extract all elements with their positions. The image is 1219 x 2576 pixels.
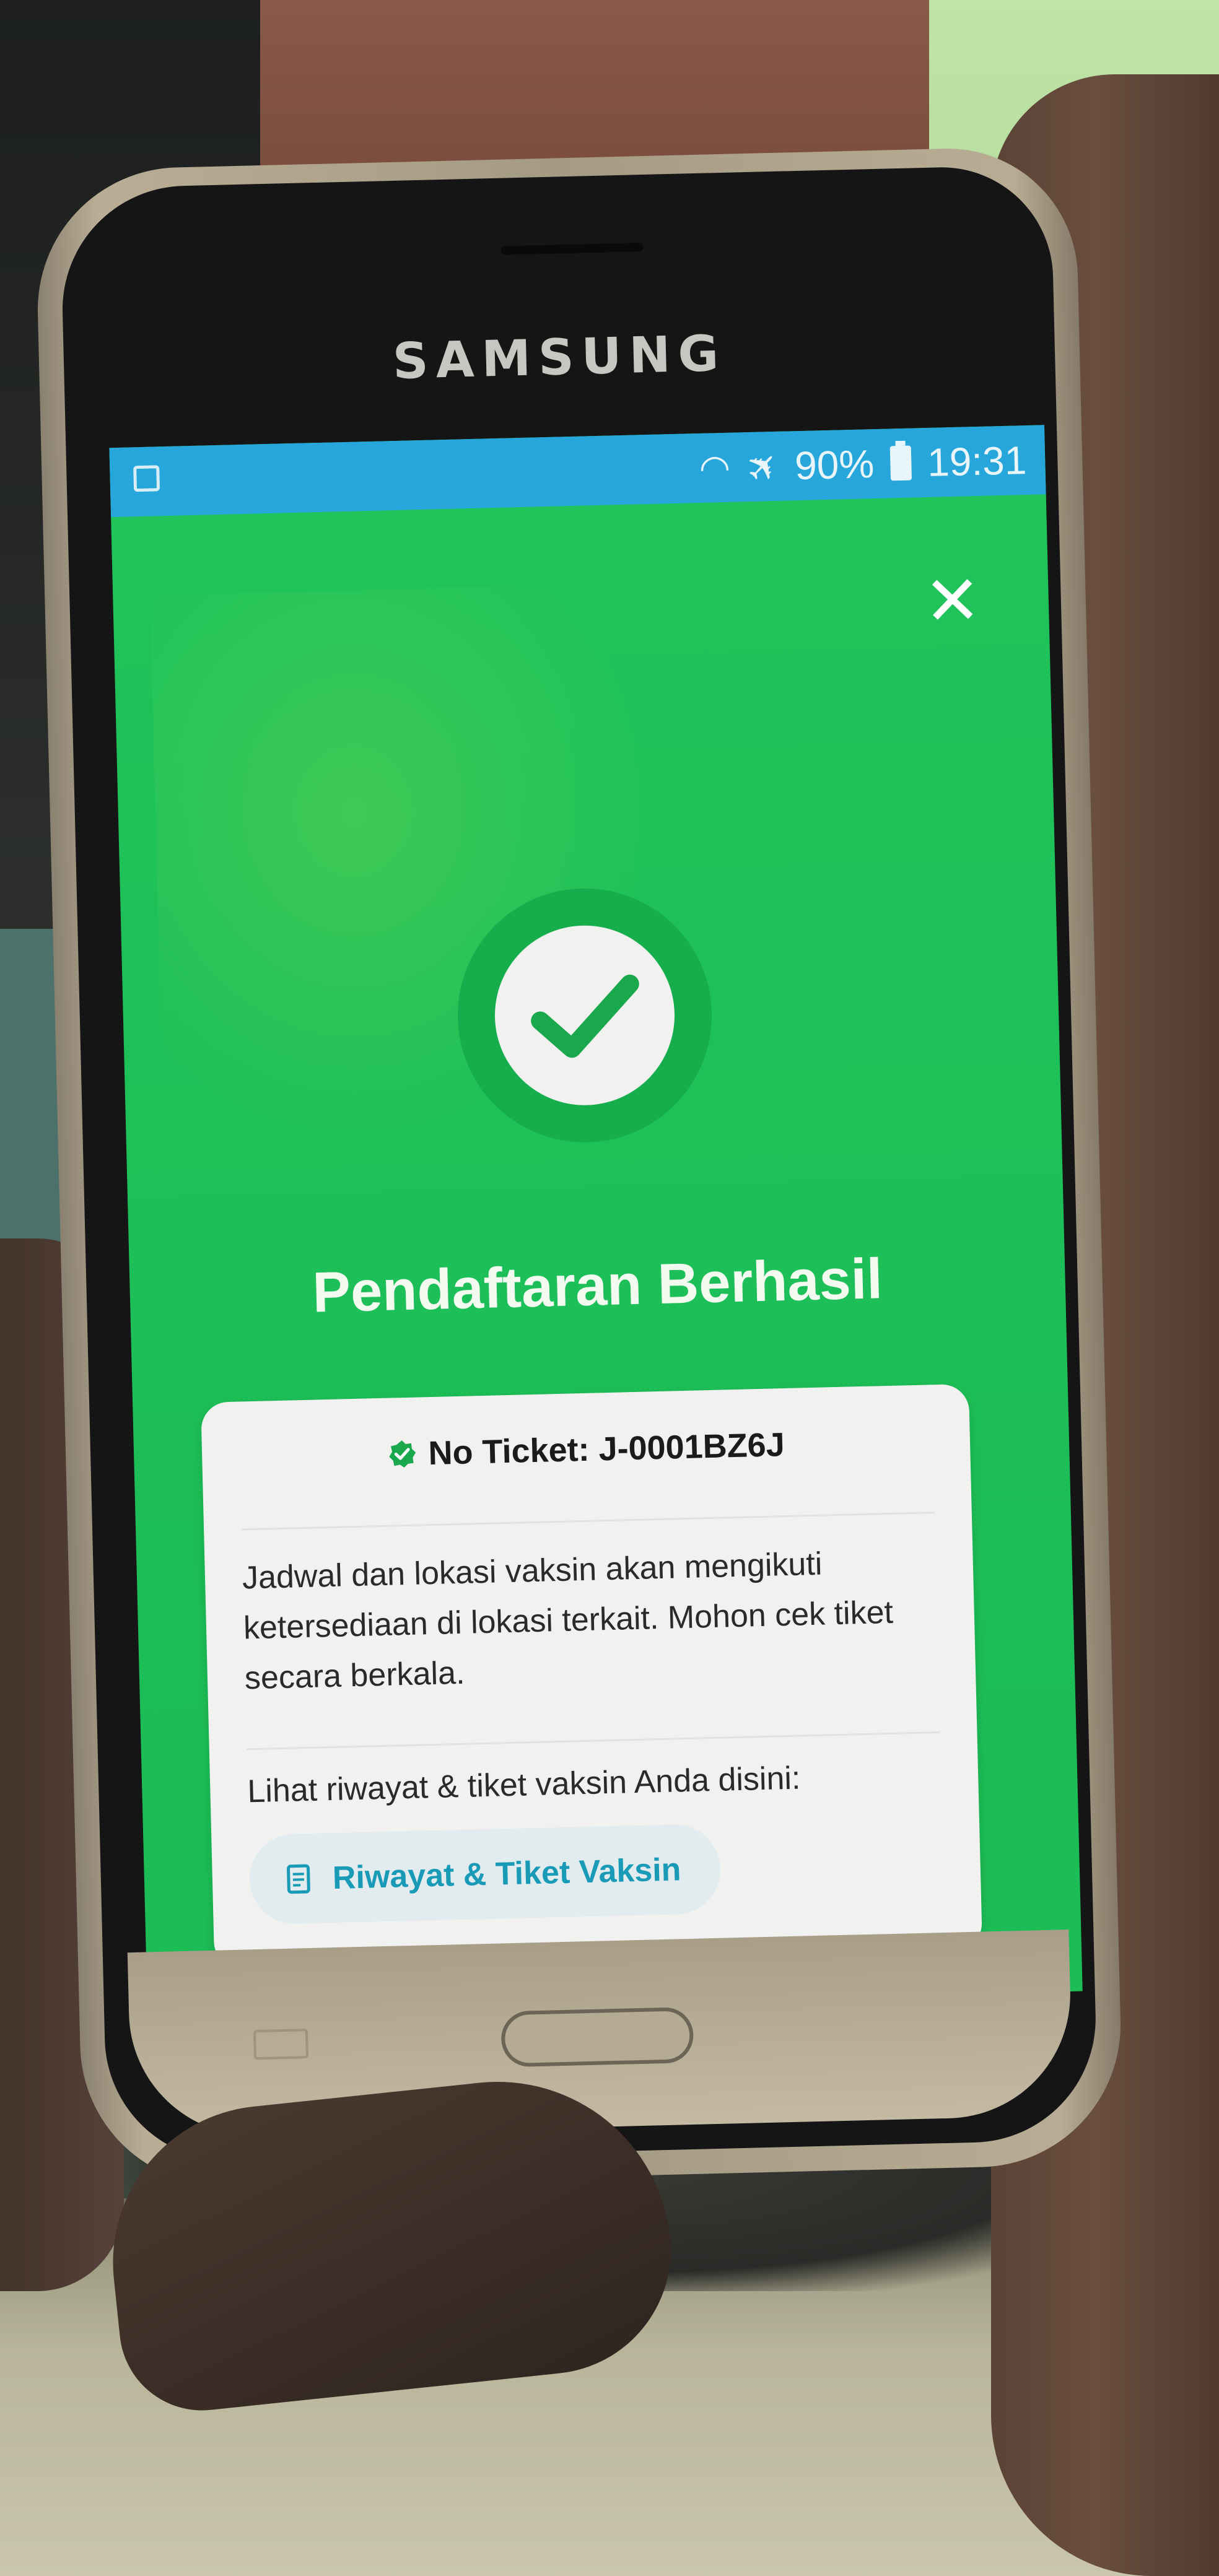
check-icon [531, 974, 639, 1058]
phone-front: SAMSUNG ◠ ✈ 90% 19:31 ✕ Pendaftaran Berh… [59, 164, 1099, 2164]
success-title: Pendaftaran Berhasil [312, 1247, 883, 1325]
home-button[interactable] [500, 2006, 694, 2068]
phone-device: SAMSUNG ◠ ✈ 90% 19:31 ✕ Pendaftaran Berh… [34, 145, 1124, 2190]
document-icon [287, 1864, 310, 1894]
divider [246, 1731, 940, 1751]
status-indicators: ◠ ✈ 90% 19:31 [698, 435, 1028, 494]
status-time: 19:31 [927, 438, 1028, 485]
battery-percent: 90% [794, 442, 875, 489]
earpiece-speaker [500, 243, 644, 255]
brand-logo: SAMSUNG [391, 324, 727, 390]
success-circle [492, 923, 677, 1108]
history-button-label: Riwayat & Tiket Vaksin [332, 1851, 682, 1896]
wifi-icon: ◠ [698, 447, 732, 489]
ticket-card: No Ticket: J-0001BZ6J Jadwal dan lokasi … [201, 1383, 983, 1969]
recent-apps-key[interactable] [253, 2029, 309, 2060]
ticket-number-row: No Ticket: J-0001BZ6J [202, 1421, 971, 1478]
battery-icon [889, 445, 912, 481]
phone-screen: ◠ ✈ 90% 19:31 ✕ Pendaftaran Berhasil No … [109, 425, 1083, 2014]
status-bar: ◠ ✈ 90% 19:31 [109, 425, 1046, 518]
divider [241, 1512, 935, 1531]
schedule-info-text: Jadwal dan lokasi vaksin akan mengikuti … [242, 1546, 894, 1697]
verified-badge-icon [389, 1440, 416, 1468]
airplane-mode-icon: ✈ [736, 440, 790, 494]
close-icon[interactable]: ✕ [917, 560, 987, 641]
history-label: Lihat riwayat & tiket vaksin Anda disini… [247, 1760, 802, 1810]
history-ticket-button[interactable]: Riwayat & Tiket Vaksin [248, 1823, 722, 1925]
notification-icon [133, 465, 160, 492]
ticket-number: No Ticket: J-0001BZ6J [427, 1426, 785, 1473]
